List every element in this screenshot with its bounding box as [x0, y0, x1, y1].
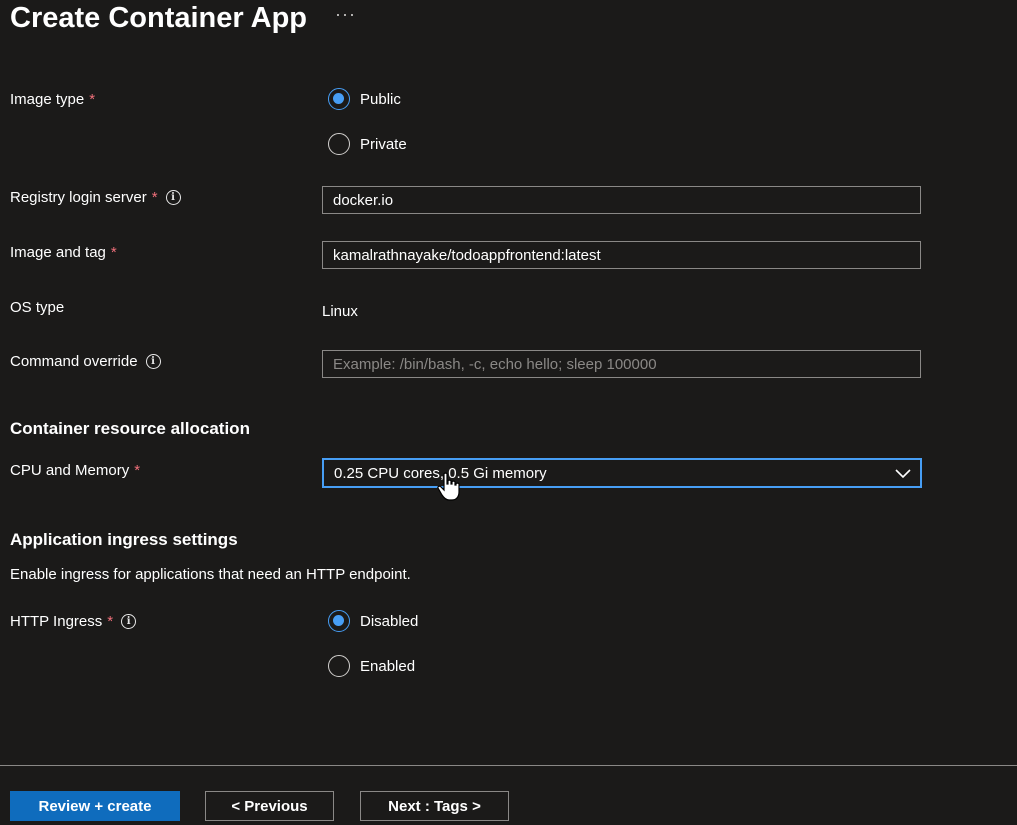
radio-unselected-icon: [328, 133, 350, 155]
registry-label-text: Registry login server: [10, 189, 147, 206]
image-tag-label: Image and tag *: [10, 244, 117, 261]
required-mark: *: [110, 244, 117, 261]
review-create-button[interactable]: Review + create: [10, 791, 180, 821]
http-ingress-label-text: HTTP Ingress: [10, 613, 103, 630]
more-options-icon[interactable]: ···: [335, 4, 356, 25]
os-type-label: OS type: [10, 299, 65, 316]
radio-label: Private: [360, 135, 407, 153]
required-mark: *: [134, 462, 141, 479]
image-type-private-radio[interactable]: Private: [328, 133, 407, 155]
cpu-memory-label: CPU and Memory *: [10, 462, 140, 479]
previous-button[interactable]: < Previous: [205, 791, 334, 821]
command-override-input[interactable]: [322, 350, 921, 378]
info-icon[interactable]: i: [165, 190, 181, 205]
ingress-enabled-radio[interactable]: Enabled: [328, 655, 415, 677]
required-mark: *: [151, 189, 158, 206]
image-type-label-text: Image type: [10, 91, 85, 108]
image-tag-label-text: Image and tag: [10, 244, 106, 261]
required-mark: *: [89, 91, 96, 108]
page-title: Create Container App: [10, 2, 308, 34]
radio-unselected-icon: [328, 655, 350, 677]
registry-login-server-input[interactable]: [322, 186, 921, 214]
command-override-label: Command override i: [10, 353, 161, 370]
info-icon[interactable]: i: [145, 354, 161, 369]
os-type-value: Linux: [322, 303, 358, 320]
cpu-memory-label-text: CPU and Memory: [10, 462, 130, 479]
command-override-label-text: Command override: [10, 353, 138, 370]
ingress-heading: Application ingress settings: [10, 530, 238, 549]
resource-allocation-heading: Container resource allocation: [10, 419, 250, 438]
image-type-label: Image type *: [10, 91, 95, 108]
chevron-down-icon: [895, 469, 911, 479]
http-ingress-label: HTTP Ingress * i: [10, 613, 137, 630]
radio-label: Disabled: [360, 612, 419, 630]
radio-selected-icon: [328, 610, 350, 632]
ingress-description: Enable ingress for applications that nee…: [10, 566, 411, 583]
required-mark: *: [107, 613, 114, 630]
registry-label: Registry login server * i: [10, 189, 181, 206]
image-and-tag-input[interactable]: [322, 241, 921, 269]
info-icon[interactable]: i: [121, 614, 137, 629]
ingress-disabled-radio[interactable]: Disabled: [328, 610, 418, 632]
radio-label: Public: [360, 90, 401, 108]
image-type-public-radio[interactable]: Public: [328, 88, 401, 110]
next-tags-button[interactable]: Next : Tags >: [360, 791, 509, 821]
footer-divider: [0, 765, 1017, 766]
hand-cursor-icon: [437, 472, 460, 501]
cpu-memory-dropdown[interactable]: 0.25 CPU cores, 0.5 Gi memory: [322, 458, 922, 488]
radio-selected-icon: [328, 88, 350, 110]
radio-label: Enabled: [360, 657, 416, 675]
